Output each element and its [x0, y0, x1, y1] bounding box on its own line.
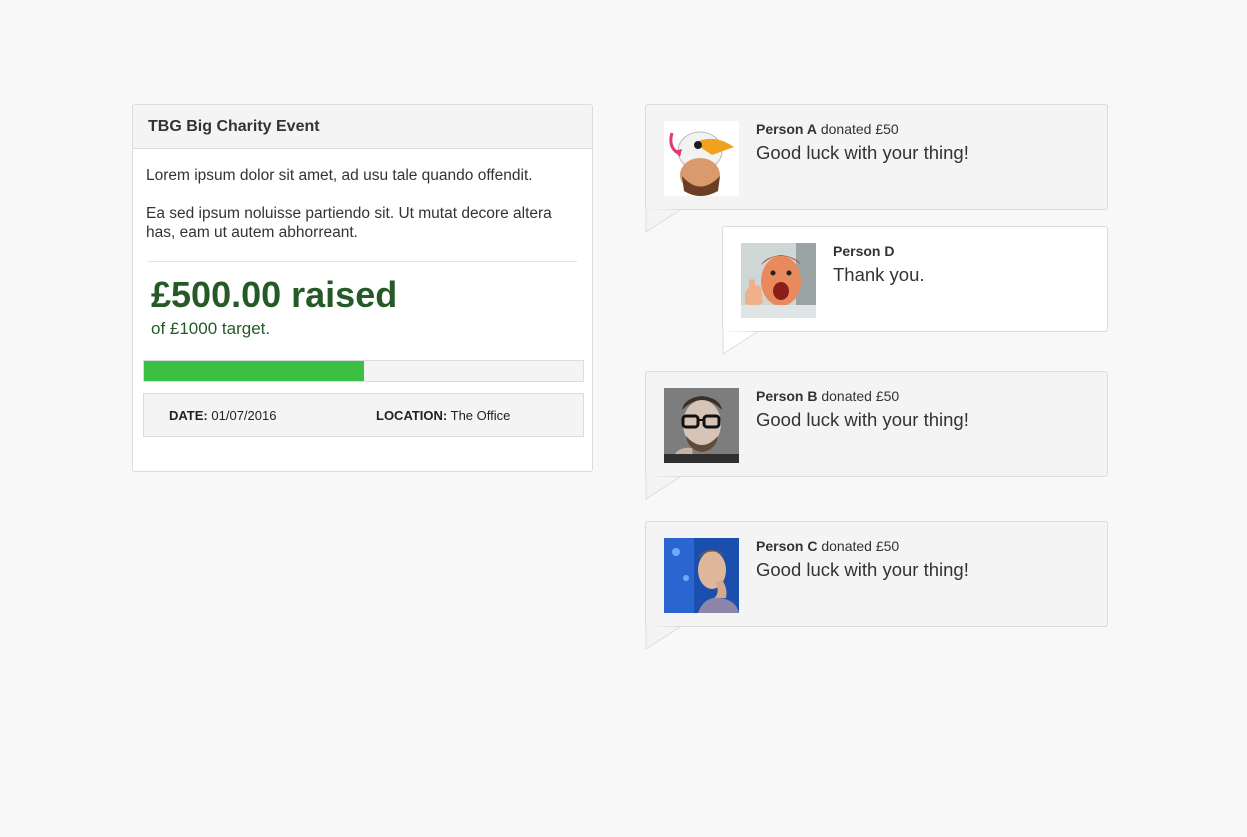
raised-target: of £1000 target.: [151, 319, 271, 338]
donation-header: Person B donated £50: [756, 388, 969, 404]
event-date-label: DATE:: [169, 408, 208, 423]
donation-amount: donated £50: [821, 388, 900, 404]
event-title: TBG Big Charity Event: [133, 105, 592, 149]
event-date: DATE: 01/07/2016: [169, 408, 276, 423]
speech-tail: [645, 626, 681, 650]
donor-name: Person B: [756, 388, 818, 404]
donation-message: Good luck with your thing!: [756, 559, 969, 580]
donation-content: Person B donated £50 Good luck with your…: [756, 388, 969, 430]
event-location: LOCATION: The Office: [376, 408, 510, 423]
donation-amount: donated £50: [820, 121, 899, 137]
reply-content: Person D Thank you.: [833, 243, 925, 285]
donation-content: Person A donated £50 Good luck with your…: [756, 121, 969, 163]
event-location-value: The Office: [450, 408, 511, 423]
donation-content: Person C donated £50 Good luck with your…: [756, 538, 969, 580]
event-panel: TBG Big Charity Event Lorem ipsum dolor …: [132, 104, 593, 472]
person-profile-blue-avatar: [664, 538, 739, 613]
fundraising-progress-bar: [143, 360, 584, 382]
donation-bubble: Person A donated £50 Good luck with your…: [645, 104, 1108, 233]
donation-header: Person A donated £50: [756, 121, 969, 137]
event-description-paragraph: Ea sed ipsum noluisse partiendo sit. Ut …: [146, 205, 552, 241]
donation-bubble: Person C donated £50 Good luck with your…: [645, 521, 1108, 650]
reply-bubble: Person D Thank you.: [722, 226, 1108, 355]
speech-tail: [722, 331, 758, 355]
event-location-label: LOCATION:: [376, 408, 448, 423]
donor-name: Person C: [756, 538, 818, 554]
event-body: Lorem ipsum dolor sit amet, ad usu tale …: [133, 149, 592, 437]
speech-tail: [645, 476, 681, 500]
donation-message: Good luck with your thing!: [756, 409, 969, 430]
divider: [148, 261, 577, 262]
event-description-paragraph: Lorem ipsum dolor sit amet, ad usu tale …: [146, 167, 533, 184]
reply-message: Thank you.: [833, 264, 925, 285]
speech-tail: [645, 209, 681, 233]
donation-message: Good luck with your thing!: [756, 142, 969, 163]
progress-fill: [144, 361, 364, 381]
donation-amount: donated £50: [821, 538, 900, 554]
replier-name: Person D: [833, 243, 895, 259]
donation-bubble: Person B donated £50 Good luck with your…: [645, 371, 1108, 500]
cartoon-duck-avatar: [664, 121, 739, 196]
event-details-bar: DATE: 01/07/2016 LOCATION: The Office: [143, 393, 584, 437]
raised-amount: £500.00 raised: [151, 274, 398, 315]
donor-name: Person A: [756, 121, 817, 137]
donation-header: Person C donated £50: [756, 538, 969, 554]
person-glasses-avatar: [664, 388, 739, 463]
person-thumbs-up-avatar: [741, 243, 816, 318]
event-description: Lorem ipsum dolor sit amet, ad usu tale …: [146, 166, 579, 242]
reply-header: Person D: [833, 243, 925, 259]
event-date-value: 01/07/2016: [211, 408, 277, 423]
